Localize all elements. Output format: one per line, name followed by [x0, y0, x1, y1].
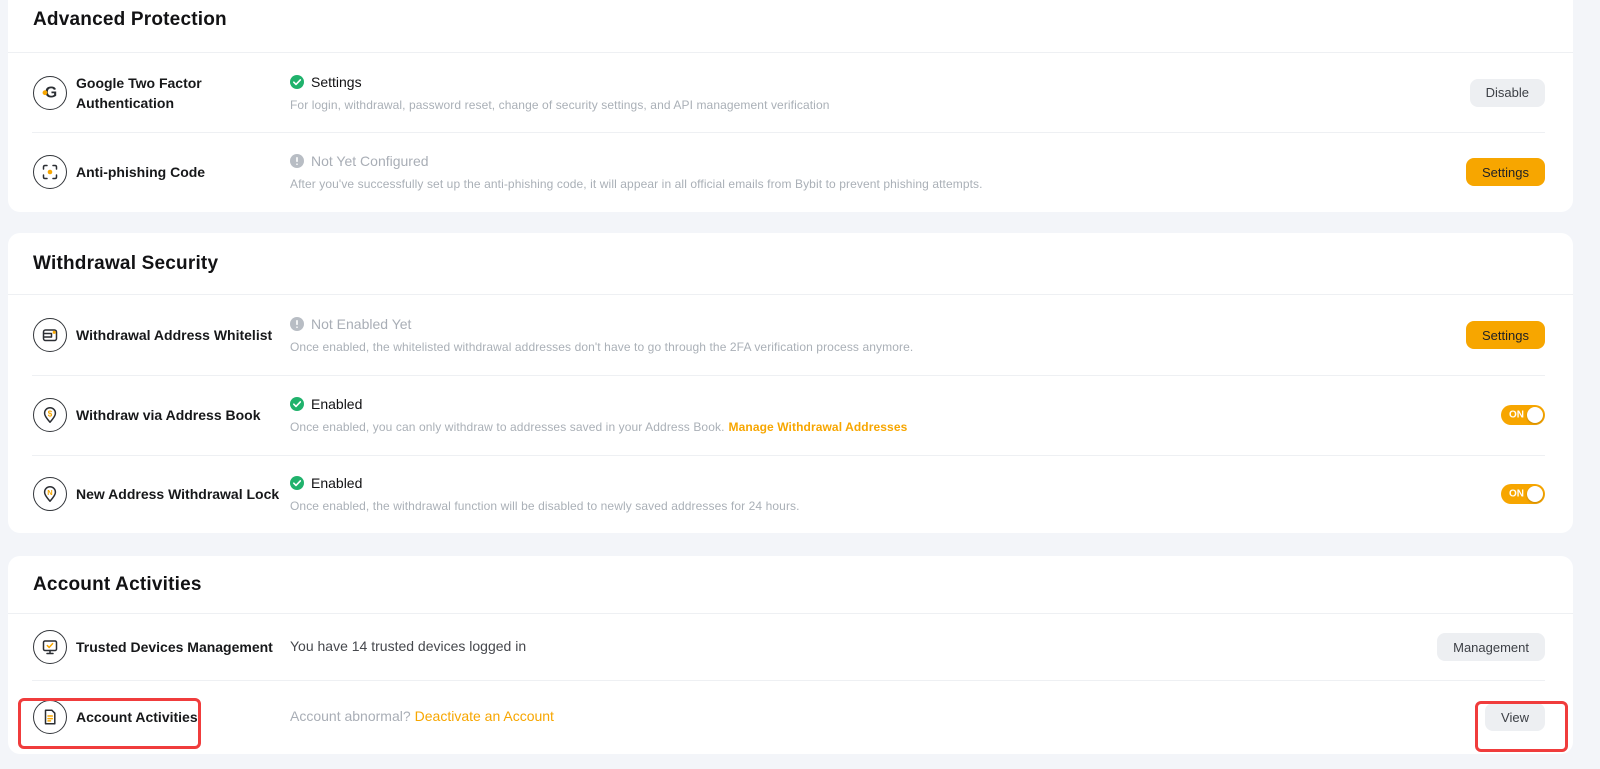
- row-label-account-activities: Account Activities: [76, 707, 198, 727]
- toggle-on-label: ON: [1509, 410, 1524, 421]
- manage-withdrawal-addresses-link[interactable]: Manage Withdrawal Addresses: [729, 420, 908, 434]
- trusted-devices-row: Trusted Devices Management You have 14 t…: [8, 614, 1573, 680]
- settings-content: Advanced Protection G Google Two Factor …: [8, 0, 1573, 754]
- success-status-icon: [290, 397, 304, 411]
- advanced-protection-card: Advanced Protection G Google Two Factor …: [8, 0, 1573, 212]
- disable-2fa-button[interactable]: Disable: [1470, 79, 1545, 107]
- withdrawal-security-header: Withdrawal Security: [8, 233, 1573, 295]
- toggle-on-label: ON: [1509, 489, 1524, 500]
- status-text: Enabled: [311, 396, 362, 412]
- withdrawal-whitelist-icon: [33, 318, 67, 352]
- success-status-icon: [290, 75, 304, 89]
- address-book-pin-icon: $: [33, 398, 67, 432]
- anti-phishing-settings-button[interactable]: Settings: [1466, 158, 1545, 186]
- status-text: Settings: [311, 74, 362, 90]
- row-description: Once enabled, the withdrawal function wi…: [290, 499, 1501, 513]
- security-settings-page: { "sections": [ { "title": "Advanced Pro…: [0, 0, 1600, 769]
- trusted-devices-monitor-icon: [33, 630, 67, 664]
- row-description: Once enabled, you can only withdraw to a…: [290, 420, 725, 434]
- address-book-toggle[interactable]: ON: [1501, 405, 1545, 425]
- svg-text:N: N: [47, 488, 52, 497]
- account-activities-row: Account Activities Account abnormal?Deac…: [8, 680, 1573, 754]
- svg-text:$: $: [48, 409, 53, 418]
- account-activities-card: Account Activities Trusted Devices Manag…: [8, 556, 1573, 754]
- account-activities-document-icon: [33, 700, 67, 734]
- row-label-anti-phishing: Anti-phishing Code: [76, 162, 205, 182]
- info-status-icon: [290, 317, 304, 331]
- info-status-icon: [290, 154, 304, 168]
- anti-phishing-row: Anti-phishing Code Not Yet Configured Af…: [8, 132, 1573, 212]
- trusted-devices-count-text: You have 14 trusted devices logged in: [290, 638, 526, 654]
- toggle-knob: [1527, 486, 1543, 502]
- row-description: For login, withdrawal, password reset, c…: [290, 98, 1470, 112]
- google-2fa-row: G Google Two Factor Authentication Setti…: [8, 53, 1573, 132]
- toggle-knob: [1527, 407, 1543, 423]
- status-text: Enabled: [311, 475, 362, 491]
- anti-phishing-code-icon: [33, 155, 67, 189]
- new-address-lock-pin-icon: N: [33, 477, 67, 511]
- advanced-protection-header: Advanced Protection: [8, 0, 1573, 53]
- section-title-account-activities: Account Activities: [33, 574, 202, 596]
- new-address-lock-toggle[interactable]: ON: [1501, 484, 1545, 504]
- account-activities-header: Account Activities: [8, 556, 1573, 614]
- status-text: Not Yet Configured: [311, 153, 429, 169]
- withdrawal-whitelist-row: Withdrawal Address Whitelist Not Enabled…: [8, 295, 1573, 375]
- row-label-address-book: Withdraw via Address Book: [76, 405, 261, 425]
- row-label-google-2fa: Google Two Factor Authentication: [76, 73, 290, 113]
- view-account-activities-button[interactable]: View: [1485, 703, 1545, 731]
- google-2fa-icon: G: [33, 76, 67, 110]
- row-label-new-address-lock: New Address Withdrawal Lock: [76, 484, 279, 504]
- row-description: Once enabled, the whitelisted withdrawal…: [290, 340, 1466, 354]
- trusted-devices-management-button[interactable]: Management: [1437, 633, 1545, 661]
- deactivate-account-link[interactable]: Deactivate an Account: [415, 708, 554, 724]
- success-status-icon: [290, 476, 304, 490]
- section-title-advanced-protection: Advanced Protection: [33, 9, 227, 31]
- status-text: Not Enabled Yet: [311, 316, 411, 332]
- new-address-lock-row: N New Address Withdrawal Lock Enabled On…: [8, 455, 1573, 533]
- withdraw-address-book-row: $ Withdraw via Address Book Enabled Once…: [8, 375, 1573, 455]
- withdrawal-security-card: Withdrawal Security Withdrawal Address W…: [8, 233, 1573, 533]
- row-label-trusted-devices: Trusted Devices Management: [76, 637, 273, 657]
- row-description: After you've successfully set up the ant…: [290, 177, 1466, 191]
- row-label-withdrawal-whitelist: Withdrawal Address Whitelist: [76, 325, 272, 345]
- account-abnormal-text: Account abnormal?: [290, 708, 411, 724]
- whitelist-settings-button[interactable]: Settings: [1466, 321, 1545, 349]
- section-title-withdrawal-security: Withdrawal Security: [33, 253, 218, 275]
